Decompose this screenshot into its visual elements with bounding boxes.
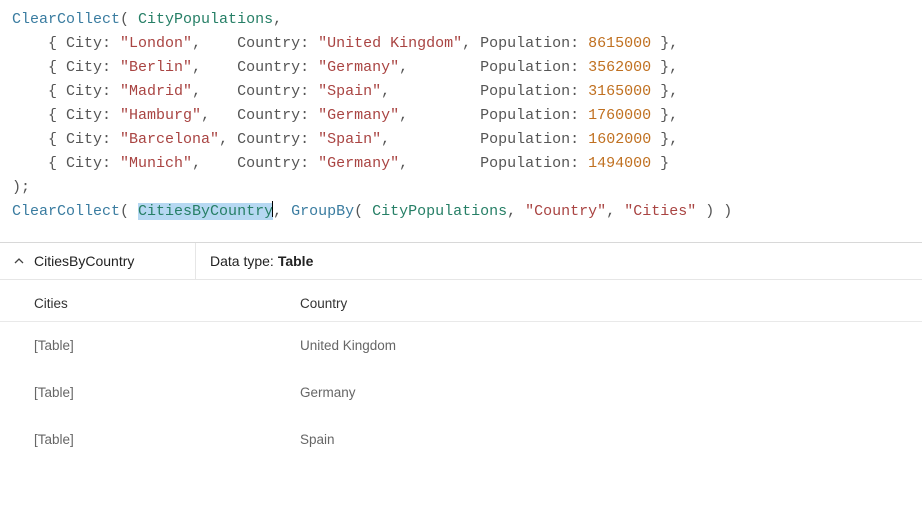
column-header-cities[interactable]: Cities — [0, 286, 300, 321]
result-table: Cities Country [Table]United Kingdom[Tab… — [0, 280, 922, 475]
identifier-citypopulations: CityPopulations — [138, 11, 273, 28]
close-statement: ); — [12, 179, 30, 196]
number-population: 1602000 — [588, 131, 651, 148]
result-header: CitiesByCountry Data type: Table — [0, 243, 922, 280]
cell-country: Spain — [300, 416, 600, 463]
cell-country: Germany — [300, 369, 600, 416]
string-country: "United Kingdom" — [318, 35, 462, 52]
string-city: "Madrid" — [120, 83, 192, 100]
cell-cities: [Table] — [0, 322, 300, 369]
string-country: "Spain" — [318, 131, 381, 148]
string-city: "Berlin" — [120, 59, 192, 76]
string-city: "London" — [120, 35, 192, 52]
function-name: ClearCollect — [12, 203, 120, 220]
chevron-up-icon — [14, 256, 24, 266]
number-population: 8615000 — [588, 35, 651, 52]
identifier-citypopulations: CityPopulations — [372, 203, 507, 220]
number-population: 1760000 — [588, 107, 651, 124]
string-city: "Munich" — [120, 155, 192, 172]
string-country: "Spain" — [318, 83, 381, 100]
string-country: "Germany" — [318, 155, 399, 172]
number-population: 1494000 — [588, 155, 651, 172]
result-type: Data type: Table — [196, 243, 327, 279]
string-country: "Germany" — [318, 59, 399, 76]
result-type-label: Data type: — [210, 253, 274, 269]
function-name: ClearCollect — [12, 11, 120, 28]
table-header-row: Cities Country — [0, 286, 922, 322]
table-row[interactable]: [Table]Germany — [0, 369, 922, 416]
number-population: 3562000 — [588, 59, 651, 76]
string-city: "Hamburg" — [120, 107, 201, 124]
table-row[interactable]: [Table]Spain — [0, 416, 922, 463]
cell-cities: [Table] — [0, 416, 300, 463]
cell-country: United Kingdom — [300, 322, 600, 369]
cell-cities: [Table] — [0, 369, 300, 416]
string-city: "Barcelona" — [120, 131, 219, 148]
result-type-value: Table — [278, 253, 314, 269]
column-header-country[interactable]: Country — [300, 286, 600, 321]
result-name-toggle[interactable]: CitiesByCountry — [0, 243, 196, 279]
string-country: "Germany" — [318, 107, 399, 124]
string-arg: "Cities" — [624, 203, 696, 220]
number-population: 3165000 — [588, 83, 651, 100]
function-name-groupby: GroupBy — [291, 203, 354, 220]
identifier-citiesbycountry-selected: CitiesByCountry — [138, 203, 273, 220]
formula-editor[interactable]: ClearCollect( CityPopulations, { City: "… — [0, 0, 922, 238]
string-arg: "Country" — [525, 203, 606, 220]
result-name: CitiesByCountry — [34, 253, 134, 269]
table-row[interactable]: [Table]United Kingdom — [0, 322, 922, 369]
